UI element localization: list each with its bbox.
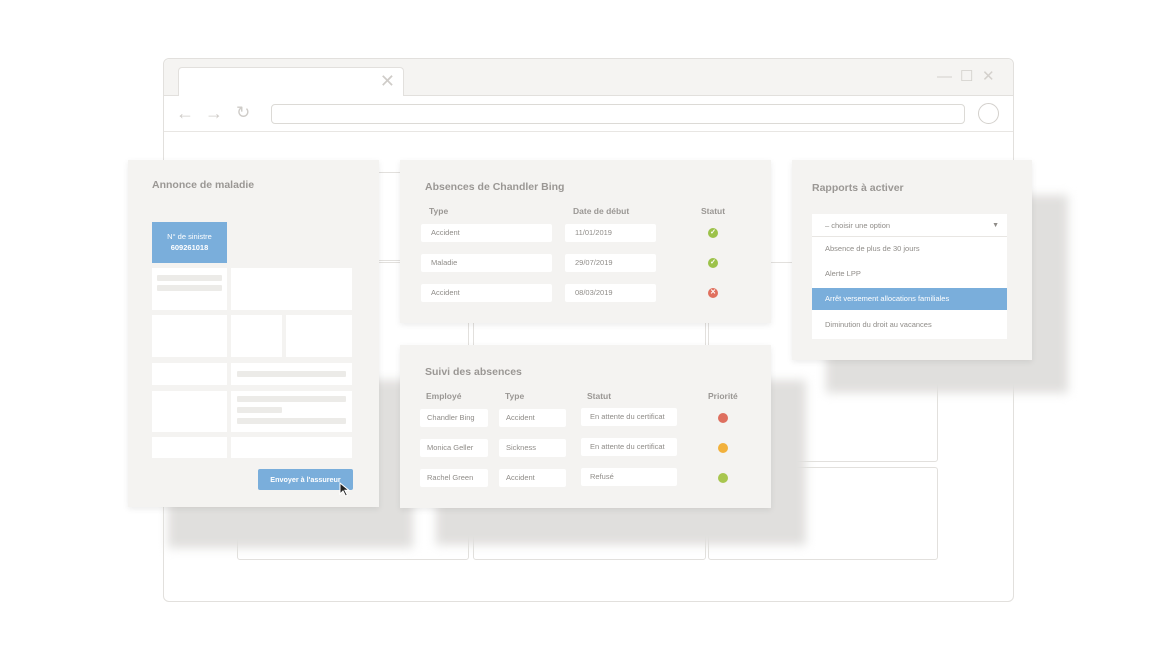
- status-ok-icon: ✓: [708, 258, 718, 268]
- status-cell: Refusé: [581, 468, 677, 486]
- report-option[interactable]: Alerte LPP: [812, 263, 1007, 285]
- column-header-status: Statut: [701, 206, 726, 216]
- nav-bar: ← → ↻: [164, 96, 1013, 132]
- employee-cell[interactable]: Monica Geller: [420, 439, 488, 457]
- illness-report-panel: Annonce de maladie N° de sinistre 609261…: [128, 160, 379, 507]
- employee-cell[interactable]: Rachel Green: [420, 469, 488, 487]
- form-field[interactable]: [152, 315, 227, 357]
- column-header-type: Type: [429, 206, 449, 216]
- panel-title: Absences de Chandler Bing: [425, 181, 565, 193]
- report-option-selected[interactable]: Arrêt versement allocations familiales: [812, 288, 1007, 310]
- form-field[interactable]: [231, 363, 352, 385]
- dropdown-arrow-icon[interactable]: ▼: [992, 214, 999, 237]
- address-bar[interactable]: [271, 104, 965, 124]
- absence-tracking-panel: Suivi des absences Employé Type Statut P…: [400, 345, 771, 508]
- type-cell: Accident: [499, 469, 566, 487]
- placeholder-bar: [237, 407, 282, 413]
- claim-label: N° de sinistre: [167, 232, 212, 241]
- select-placeholder: – choisir une option: [825, 221, 891, 230]
- form-field[interactable]: [231, 315, 282, 357]
- type-cell: Accident: [499, 409, 566, 427]
- form-field[interactable]: [152, 391, 227, 432]
- profile-icon[interactable]: [978, 103, 999, 124]
- column-header-start-date: Date de début: [573, 206, 630, 216]
- placeholder-bar: [157, 275, 222, 281]
- absence-type-cell: Accident: [421, 284, 552, 302]
- column-header-priority: Priorité: [708, 391, 738, 401]
- tab-bar: ✕ — ☐ ✕: [164, 59, 1013, 98]
- type-cell: Sickness: [499, 439, 566, 457]
- reload-icon[interactable]: ↻: [236, 102, 250, 124]
- placeholder-bar: [237, 371, 346, 377]
- form-field[interactable]: [152, 363, 227, 385]
- status-ok-icon: ✓: [708, 228, 718, 238]
- claim-number: 609261018: [170, 243, 209, 252]
- priority-medium-dot: [718, 443, 728, 453]
- employee-cell[interactable]: Chandler Bing: [420, 409, 488, 427]
- column-header-type: Type: [505, 391, 525, 401]
- form-field[interactable]: [152, 437, 227, 458]
- form-field[interactable]: [231, 268, 352, 310]
- placeholder-bar: [237, 396, 346, 402]
- placeholder-bar: [157, 285, 222, 291]
- close-tab-icon[interactable]: ✕: [380, 71, 395, 91]
- forward-icon[interactable]: →: [205, 102, 223, 124]
- report-option[interactable]: Diminution du droit au vacances: [812, 314, 1007, 336]
- priority-high-dot: [718, 413, 728, 423]
- absence-date-cell: 08/03/2019: [565, 284, 656, 302]
- back-icon[interactable]: ←: [176, 102, 194, 124]
- status-cell: En attente du certificat: [581, 438, 677, 456]
- report-select[interactable]: – choisir une option ▼: [812, 214, 1007, 237]
- form-field[interactable]: [286, 315, 352, 357]
- claim-number-tile: N° de sinistre 609261018: [152, 222, 227, 263]
- report-select-dropdown: – choisir une option ▼ Absence de plus d…: [812, 214, 1007, 339]
- priority-low-dot: [718, 473, 728, 483]
- absence-type-cell: Accident: [421, 224, 552, 242]
- close-window-icon[interactable]: ✕: [982, 67, 995, 87]
- employee-absences-panel: Absences de Chandler Bing Type Date de d…: [400, 160, 771, 323]
- maximize-icon[interactable]: ☐: [960, 67, 973, 87]
- minimize-icon[interactable]: —: [937, 67, 952, 87]
- mouse-cursor-icon: [339, 482, 351, 497]
- panel-title: Rapports à activer: [812, 182, 904, 194]
- absence-date-cell: 29/07/2019: [565, 254, 656, 272]
- reports-panel: Rapports à activer – choisir une option …: [792, 160, 1032, 360]
- status-cell: En attente du certificat: [581, 408, 677, 426]
- absence-type-cell: Maladie: [421, 254, 552, 272]
- form-field[interactable]: [231, 437, 352, 458]
- panel-title: Suivi des absences: [425, 366, 522, 378]
- form-field[interactable]: [152, 268, 227, 310]
- placeholder-bar: [237, 418, 346, 424]
- panel-title: Annonce de maladie: [152, 179, 255, 191]
- column-header-status: Statut: [587, 391, 612, 401]
- column-header-employee: Employé: [426, 391, 462, 401]
- absence-date-cell: 11/01/2019: [565, 224, 656, 242]
- status-error-icon: ✕: [708, 288, 718, 298]
- browser-tab[interactable]: ✕: [178, 67, 404, 98]
- report-option[interactable]: Absence de plus de 30 jours: [812, 238, 1007, 260]
- form-field[interactable]: [231, 391, 352, 432]
